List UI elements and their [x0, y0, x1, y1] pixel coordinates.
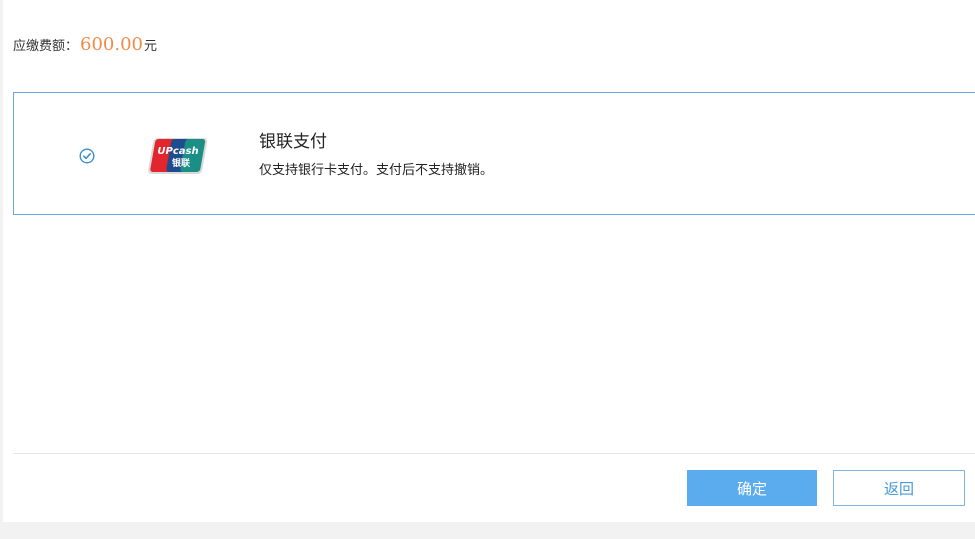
payment-panel: 应缴费额： 600.00 元 UPcash 银联 银联支付 仅支持银行卡支付。支… — [3, 0, 975, 522]
payment-option-description: 仅支持银行卡支付。支付后不支持撤销。 — [259, 163, 494, 178]
back-button[interactable]: 返回 — [833, 470, 965, 506]
amount-due-unit: 元 — [144, 39, 158, 54]
confirm-button[interactable]: 确定 — [687, 470, 817, 506]
payment-option-unionpay[interactable]: UPcash 银联 银联支付 仅支持银行卡支付。支付后不支持撤销。 — [13, 92, 975, 215]
amount-due-value: 600.00 — [80, 34, 143, 55]
footer-divider — [13, 453, 975, 454]
amount-due-row: 应缴费额： 600.00 元 — [13, 34, 157, 58]
unionpay-logo-icon: UPcash 银联 — [148, 138, 208, 174]
check-circle-icon[interactable] — [79, 148, 95, 164]
logo-text-bottom: 银联 — [172, 157, 191, 169]
amount-due-label: 应缴费额： — [13, 39, 79, 54]
payment-option-title: 银联支付 — [259, 132, 327, 152]
logo-text-top: UPcash — [157, 146, 198, 157]
